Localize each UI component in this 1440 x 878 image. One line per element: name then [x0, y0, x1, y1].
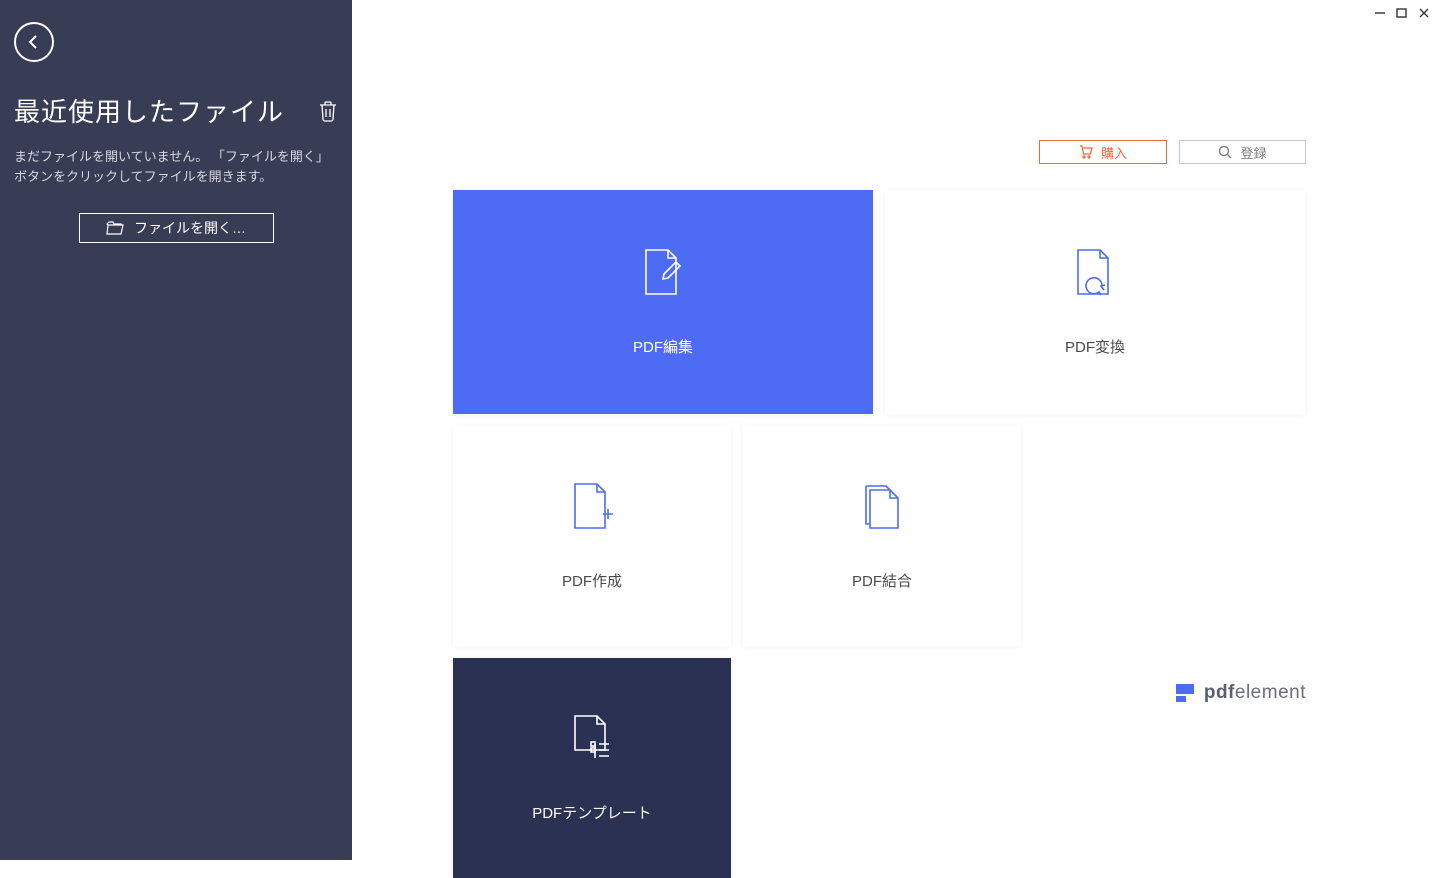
brand-icon	[1176, 684, 1194, 702]
cart-icon	[1079, 145, 1093, 159]
tile-label: PDFテンプレート	[532, 802, 652, 823]
minimize-button[interactable]	[1370, 4, 1390, 22]
main-panel: 購入 登録 PDF編集 PDF変換 PDF作成 PDF結合 PDFテンプレート	[352, 0, 1440, 860]
tile-label: PDF作成	[562, 570, 622, 591]
empty-message: まだファイルを開いていません。 「ファイルを開く」ボタンをクリックしてファイルを…	[14, 147, 338, 187]
buy-label: 購入	[1101, 143, 1127, 162]
open-file-label: ファイルを開く…	[134, 218, 246, 238]
register-button[interactable]: 登録	[1179, 140, 1306, 164]
close-button[interactable]	[1414, 4, 1434, 22]
file-convert-icon	[1072, 248, 1118, 298]
sidebar-header: 最近使用したファイル	[14, 92, 338, 129]
file-edit-icon	[640, 248, 686, 298]
back-button[interactable]	[14, 22, 54, 62]
pdf-convert-tile[interactable]: PDF変換	[885, 190, 1305, 414]
maximize-button[interactable]	[1392, 4, 1412, 22]
register-label: 登録	[1240, 143, 1266, 162]
pdf-create-tile[interactable]: PDF作成	[453, 426, 731, 646]
chevron-left-icon	[27, 33, 41, 51]
topbar: 購入 登録	[1039, 140, 1306, 164]
sidebar-title: 最近使用したファイル	[14, 92, 318, 129]
file-template-icon	[569, 714, 615, 764]
maximize-icon	[1396, 7, 1408, 19]
pdf-combine-tile[interactable]: PDF結合	[743, 426, 1021, 646]
search-icon	[1218, 145, 1232, 159]
buy-button[interactable]: 購入	[1039, 140, 1167, 164]
minimize-icon	[1374, 7, 1386, 19]
close-icon	[1418, 7, 1430, 19]
file-plus-icon	[569, 482, 615, 532]
folder-open-icon	[106, 221, 124, 235]
tile-label: PDF変換	[1065, 336, 1125, 357]
file-stack-icon	[858, 482, 906, 532]
tile-label: PDF編集	[633, 336, 693, 357]
pdf-edit-tile[interactable]: PDF編集	[453, 190, 873, 414]
brand-logo: pdfelement	[1176, 682, 1306, 704]
pdf-template-tile[interactable]: PDFテンプレート	[453, 658, 731, 878]
open-file-button[interactable]: ファイルを開く…	[79, 213, 274, 243]
trash-icon[interactable]	[318, 100, 338, 122]
sidebar: 最近使用したファイル まだファイルを開いていません。 「ファイルを開く」ボタンを…	[0, 0, 352, 860]
brand-text: pdfelement	[1204, 682, 1306, 704]
tile-grid: PDF編集 PDF変換 PDF作成 PDF結合 PDFテンプレート	[453, 190, 1305, 878]
tile-label: PDF結合	[852, 570, 912, 591]
window-controls	[1370, 4, 1434, 22]
